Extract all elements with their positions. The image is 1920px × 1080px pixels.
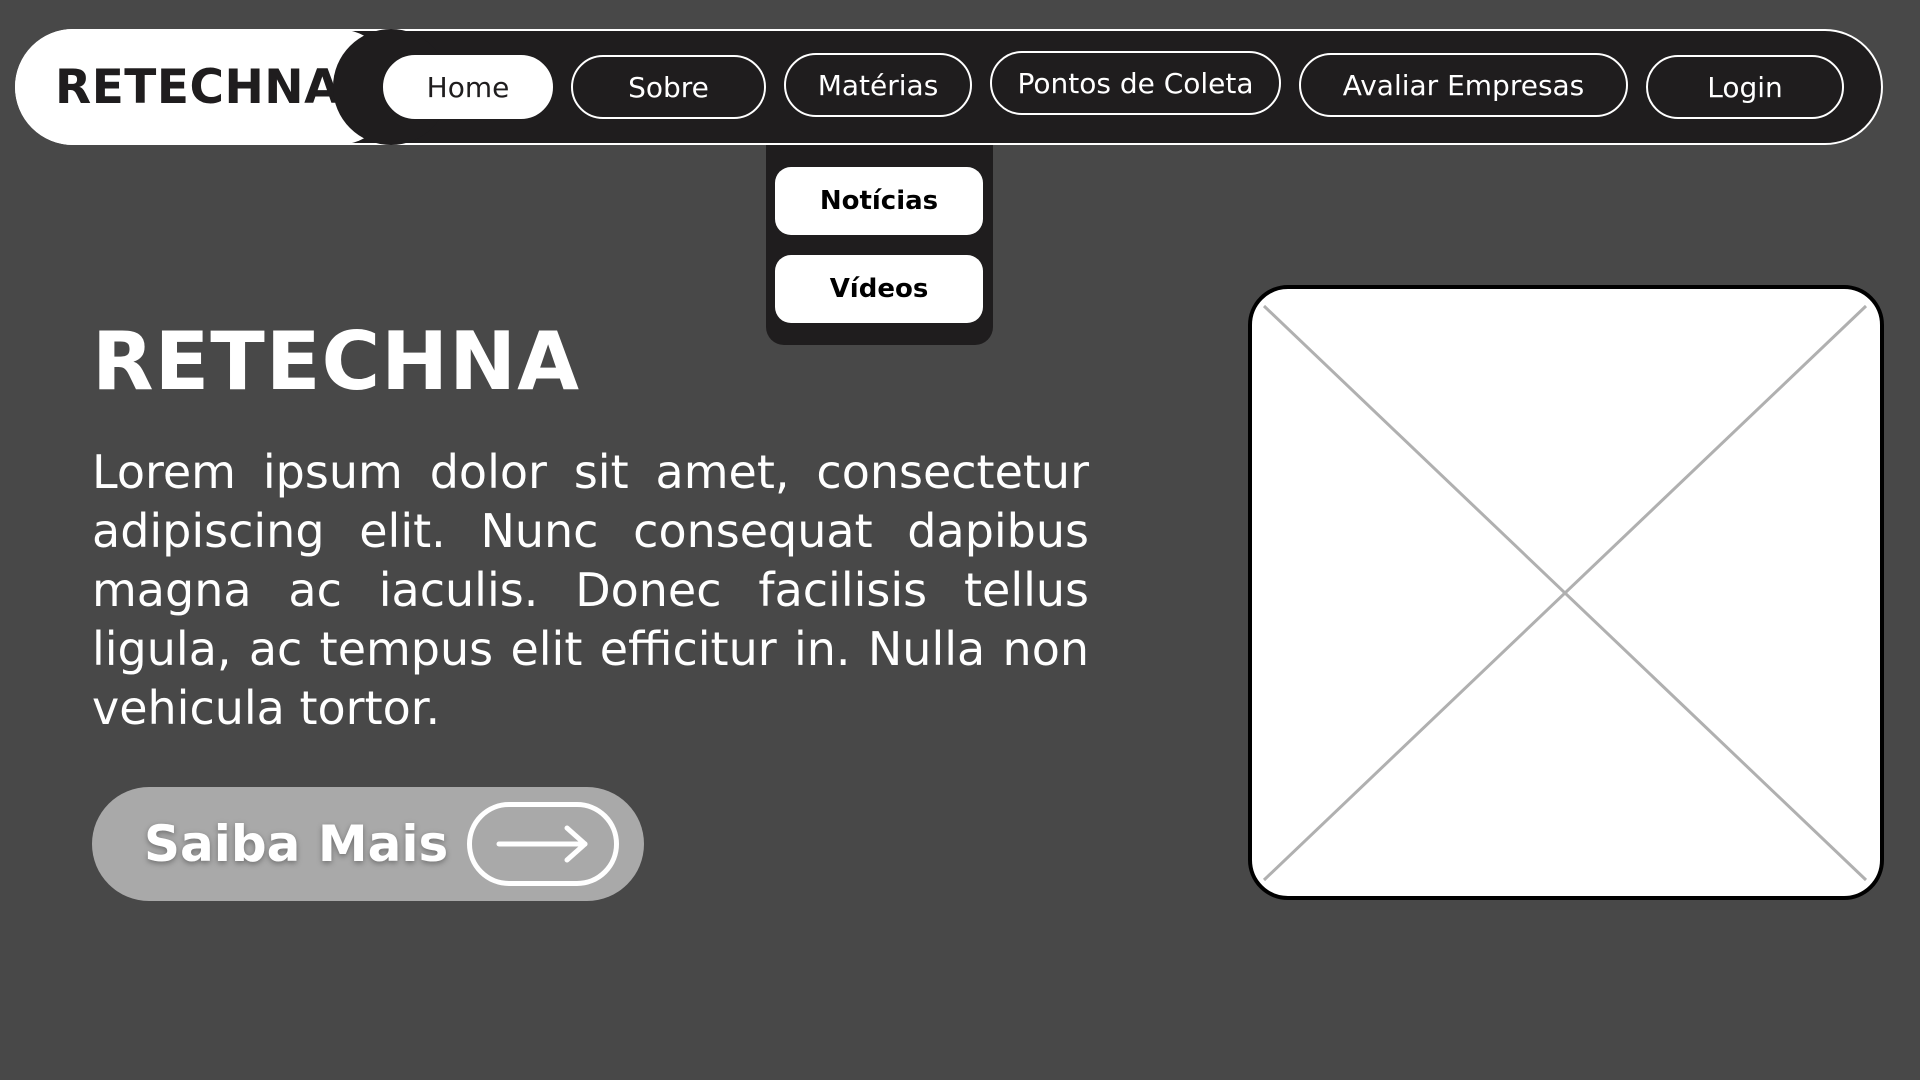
brand-name: RETECHNA xyxy=(55,59,341,115)
nav-home-button[interactable]: Home xyxy=(383,55,553,119)
arrow-right-icon xyxy=(467,802,619,886)
image-placeholder-icon xyxy=(1262,304,1868,882)
hero-title: RETECHNA xyxy=(92,315,580,408)
nav-sobre-button[interactable]: Sobre xyxy=(571,55,766,119)
nav-pontos-de-coleta-button[interactable]: Pontos de Coleta xyxy=(990,51,1281,115)
nav-materias-button[interactable]: Matérias xyxy=(784,53,972,117)
saiba-mais-button[interactable]: Saiba Mais xyxy=(92,787,644,901)
dropdown-item-noticias[interactable]: Notícias xyxy=(775,167,983,235)
login-button[interactable]: Login xyxy=(1646,55,1844,119)
nav-avaliar-empresas-button[interactable]: Avaliar Empresas xyxy=(1299,53,1628,117)
saiba-mais-label: Saiba Mais xyxy=(144,815,449,873)
dropdown-item-videos[interactable]: Vídeos xyxy=(775,255,983,323)
hero-description: Lorem ipsum dolor sit amet, consectetur … xyxy=(92,445,1089,735)
image-placeholder xyxy=(1248,285,1884,900)
materias-dropdown-menu: Notícias Vídeos xyxy=(766,145,993,345)
